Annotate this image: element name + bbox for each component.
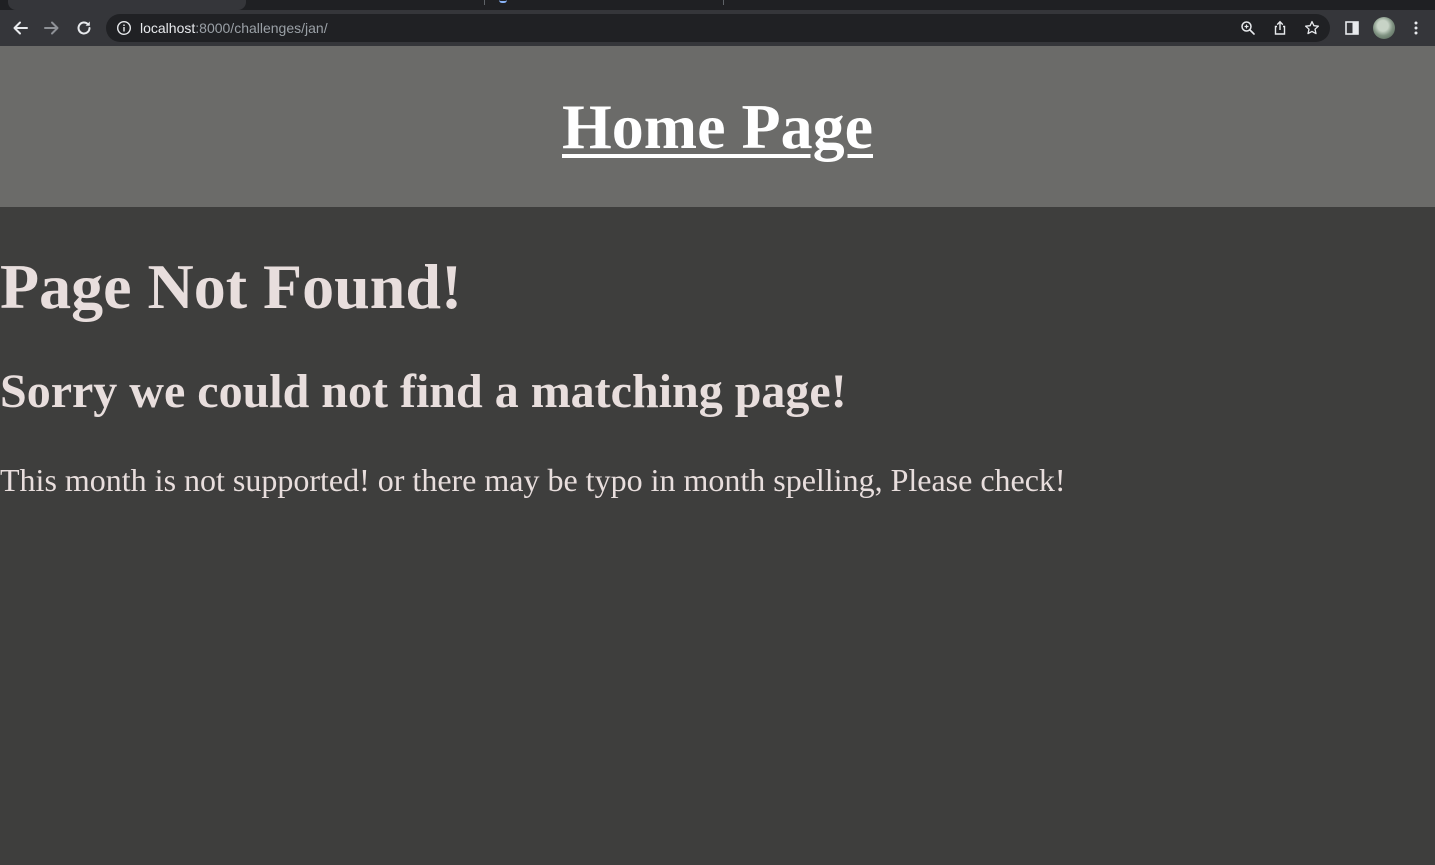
url-host: localhost bbox=[140, 20, 196, 36]
bookmark-button[interactable] bbox=[1302, 18, 1322, 38]
reload-button[interactable] bbox=[70, 14, 98, 42]
address-bar[interactable]: localhost:8000/challenges/jan/ bbox=[106, 14, 1330, 42]
tab-strip bbox=[0, 0, 1435, 10]
zoom-icon bbox=[1241, 21, 1255, 35]
forward-button[interactable] bbox=[38, 14, 66, 42]
back-button[interactable] bbox=[6, 14, 34, 42]
page-subtitle: Sorry we could not find a matching page! bbox=[0, 365, 847, 418]
share-icon bbox=[1274, 20, 1286, 35]
avatar[interactable] bbox=[1373, 17, 1395, 39]
back-arrow-icon bbox=[13, 21, 28, 35]
url-path: :8000/challenges/jan/ bbox=[195, 20, 328, 36]
info-icon[interactable] bbox=[116, 20, 132, 36]
home-page-link[interactable]: Home Page bbox=[0, 91, 1435, 163]
browser-toolbar: localhost:8000/challenges/jan/ bbox=[0, 10, 1435, 46]
side-panel-icon bbox=[1345, 21, 1359, 35]
forward-arrow-icon bbox=[44, 21, 59, 35]
star-icon bbox=[1304, 20, 1320, 35]
error-message: This month is not supported! or there ma… bbox=[0, 462, 1066, 498]
page-title: Page Not Found! bbox=[0, 251, 463, 322]
zoom-button[interactable] bbox=[1238, 18, 1258, 38]
side-panel-button[interactable] bbox=[1338, 14, 1366, 42]
tab-separator bbox=[723, 0, 724, 5]
active-tab[interactable] bbox=[8, 0, 246, 10]
site-header: Home Page bbox=[0, 46, 1435, 207]
tab-favicon-icon bbox=[499, 0, 507, 3]
reload-icon bbox=[77, 21, 91, 35]
share-button[interactable] bbox=[1270, 18, 1290, 38]
url-text[interactable]: localhost:8000/challenges/jan/ bbox=[140, 14, 328, 42]
menu-button[interactable] bbox=[1402, 14, 1430, 42]
tab-separator bbox=[484, 0, 485, 5]
kebab-menu-icon bbox=[1414, 21, 1418, 35]
